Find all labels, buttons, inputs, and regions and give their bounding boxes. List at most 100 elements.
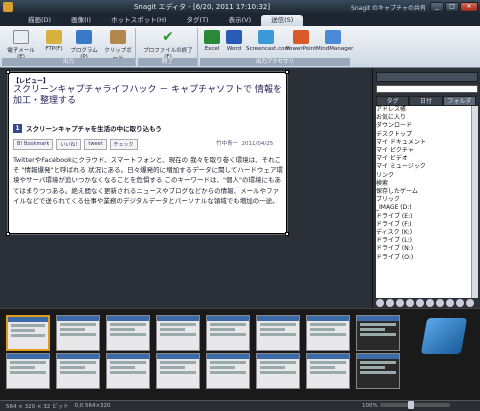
- folder-item[interactable]: ダウンロード: [376, 122, 471, 130]
- tool-icon[interactable]: [426, 299, 434, 307]
- email-icon: [13, 30, 29, 44]
- ribbon: 電子メール(E) FTP(F) プログラム(P) クリップボード 出力 ✔ プロ…: [0, 26, 480, 68]
- zoom-slider[interactable]: [380, 401, 450, 409]
- folder-item[interactable]: マイ ドキュメント: [376, 139, 471, 147]
- section-heading: 1 スクリーンキャプチャを生活の中に取り込もう: [13, 123, 162, 133]
- capture-thumbnail[interactable]: [256, 315, 300, 351]
- library-sidebar: タグ 日付 フォルダ アドレス帳 お気に入り ダウンロード デスクトップ マイ ドキュメ…: [372, 68, 480, 308]
- capture-thumbnail[interactable]: [156, 353, 200, 389]
- folder-item[interactable]: ブリック: [376, 196, 471, 204]
- sidebar-tab-tag[interactable]: タグ: [376, 96, 410, 106]
- screencast-icon: [258, 30, 274, 44]
- tool-icon[interactable]: [386, 299, 394, 307]
- minimize-button[interactable]: _: [430, 2, 444, 12]
- capture-thumbnail[interactable]: [256, 353, 300, 389]
- folder-item[interactable]: ドライブ (O:): [376, 254, 471, 262]
- folder-item[interactable]: リンク: [376, 172, 471, 180]
- screencast-button[interactable]: Screencast.com: [246, 30, 290, 52]
- tool-icon[interactable]: [466, 299, 474, 307]
- maximize-button[interactable]: □: [445, 2, 459, 12]
- resize-handle[interactable]: [285, 70, 289, 74]
- folder-item[interactable]: デスクトップ: [376, 131, 471, 139]
- tool-icon[interactable]: [406, 299, 414, 307]
- sidebar-search-input[interactable]: [376, 85, 478, 93]
- close-button[interactable]: ✕: [460, 2, 478, 12]
- resize-handle[interactable]: [6, 70, 10, 74]
- accessory-group-label: 出力アクセサリ: [200, 58, 350, 66]
- tweet-button: tweet: [84, 139, 107, 150]
- powerpoint-button[interactable]: PowerPoint: [286, 30, 316, 52]
- tool-icon[interactable]: [436, 299, 444, 307]
- folder-item[interactable]: 検索: [376, 180, 471, 188]
- folder-item[interactable]: マイ ミュージック: [376, 163, 471, 171]
- finish-group: ✔ プロファイルの終了(F) 終了: [138, 28, 198, 66]
- excel-icon: [204, 30, 220, 44]
- capture-thumbnail[interactable]: [306, 353, 350, 389]
- folder-item[interactable]: ドライブ (F:): [376, 221, 471, 229]
- tool-icon[interactable]: [396, 299, 404, 307]
- tab-hotspot[interactable]: ホットスポット(H): [101, 15, 176, 26]
- excel-button[interactable]: Excel: [202, 30, 222, 52]
- mindmanager-icon: [325, 30, 341, 44]
- folder-item[interactable]: マイ ピクチャ: [376, 147, 471, 155]
- sidebar-tabs: タグ 日付 フォルダ: [376, 96, 476, 106]
- resize-handle[interactable]: [285, 232, 289, 236]
- social-buttons: B! Bookmark いいね! tweet チェック: [13, 139, 138, 150]
- like-button: いいね!: [56, 139, 82, 150]
- word-button[interactable]: Word: [224, 30, 244, 52]
- sidebar-toolbar[interactable]: [376, 72, 478, 82]
- zoom-level: 100%: [362, 403, 378, 409]
- capture-thumbnail[interactable]: [206, 315, 250, 351]
- tab-tag[interactable]: タグ(T): [177, 15, 219, 26]
- capture-canvas[interactable]: 【レビュー】 スクリーンキャプチャライフハック － キャプチャソフトで 情報を加…: [6, 70, 289, 236]
- capture-thumbnail[interactable]: [356, 315, 400, 351]
- sidebar-scrollbar[interactable]: [471, 106, 478, 298]
- image-size: 564 × 320 × 32 ビット: [6, 404, 69, 410]
- folder-item[interactable]: _IMAGE (D:): [376, 204, 471, 212]
- capture-thumbnail[interactable]: [106, 353, 150, 389]
- capture-thumbnail[interactable]: [56, 315, 100, 351]
- folder-item[interactable]: 保存したゲーム: [376, 188, 471, 196]
- sidebar-tab-date[interactable]: 日付: [409, 96, 443, 106]
- tool-icon[interactable]: [456, 299, 464, 307]
- capture-thumbnail[interactable]: [6, 353, 50, 389]
- capture-thumbnail[interactable]: [156, 315, 200, 351]
- sidebar-tab-folder[interactable]: フォルダ: [442, 96, 476, 106]
- program-button[interactable]: プログラム(P): [68, 30, 100, 60]
- author-date: 竹中青一 2011/04/25: [216, 141, 274, 147]
- tab-image[interactable]: 画像(I): [61, 15, 101, 26]
- tool-icon[interactable]: [416, 299, 424, 307]
- tab-view[interactable]: 表示(V): [219, 15, 262, 26]
- output-group-label: 出力: [2, 58, 135, 66]
- finish-profile-button[interactable]: ✔ プロファイルの終了(F): [140, 30, 196, 60]
- program-icon: [76, 30, 92, 44]
- folder-item[interactable]: アドレス帳: [376, 106, 471, 114]
- capture-thumbnail[interactable]: [356, 353, 400, 389]
- folder-item[interactable]: マイ ビデオ: [376, 155, 471, 163]
- word-icon: [226, 30, 242, 44]
- tab-draw[interactable]: 描画(D): [18, 15, 61, 26]
- folder-item[interactable]: ドライブ (E:): [376, 213, 471, 221]
- capture-thumbnail[interactable]: [56, 353, 100, 389]
- bookmark-button: B! Bookmark: [13, 139, 54, 150]
- share-link[interactable]: Snagit のキャプチャの共有: [351, 3, 426, 12]
- snagit-icon[interactable]: [3, 2, 13, 12]
- tool-icon[interactable]: [376, 299, 384, 307]
- article-tag: 【レビュー】: [13, 78, 50, 85]
- email-button[interactable]: 電子メール(E): [4, 30, 38, 60]
- capture-thumbnail[interactable]: [106, 315, 150, 351]
- zoom-knob[interactable]: [408, 401, 414, 409]
- resize-handle[interactable]: [6, 232, 10, 236]
- folder-item[interactable]: ドライブ (N:): [376, 245, 471, 253]
- tab-send[interactable]: 送信(S): [261, 15, 304, 26]
- capture-thumbnail[interactable]: [206, 353, 250, 389]
- capture-thumbnail[interactable]: [6, 315, 50, 351]
- title-bar: Snagit エディタ - [6/20, 2011 17:10:32] Snag…: [0, 0, 480, 14]
- mindmanager-button[interactable]: MindManager: [316, 30, 353, 52]
- ftp-button[interactable]: FTP(F): [42, 30, 66, 52]
- article-title: スクリーンキャプチャライフハック － キャプチャソフトで 情報を加工・整理する: [13, 85, 282, 106]
- capture-thumbnail[interactable]: [306, 315, 350, 351]
- tool-icon[interactable]: [446, 299, 454, 307]
- open-library-folder-icon[interactable]: [420, 318, 468, 354]
- window-title: Snagit エディタ - [6/20, 2011 17:10:32]: [133, 3, 271, 11]
